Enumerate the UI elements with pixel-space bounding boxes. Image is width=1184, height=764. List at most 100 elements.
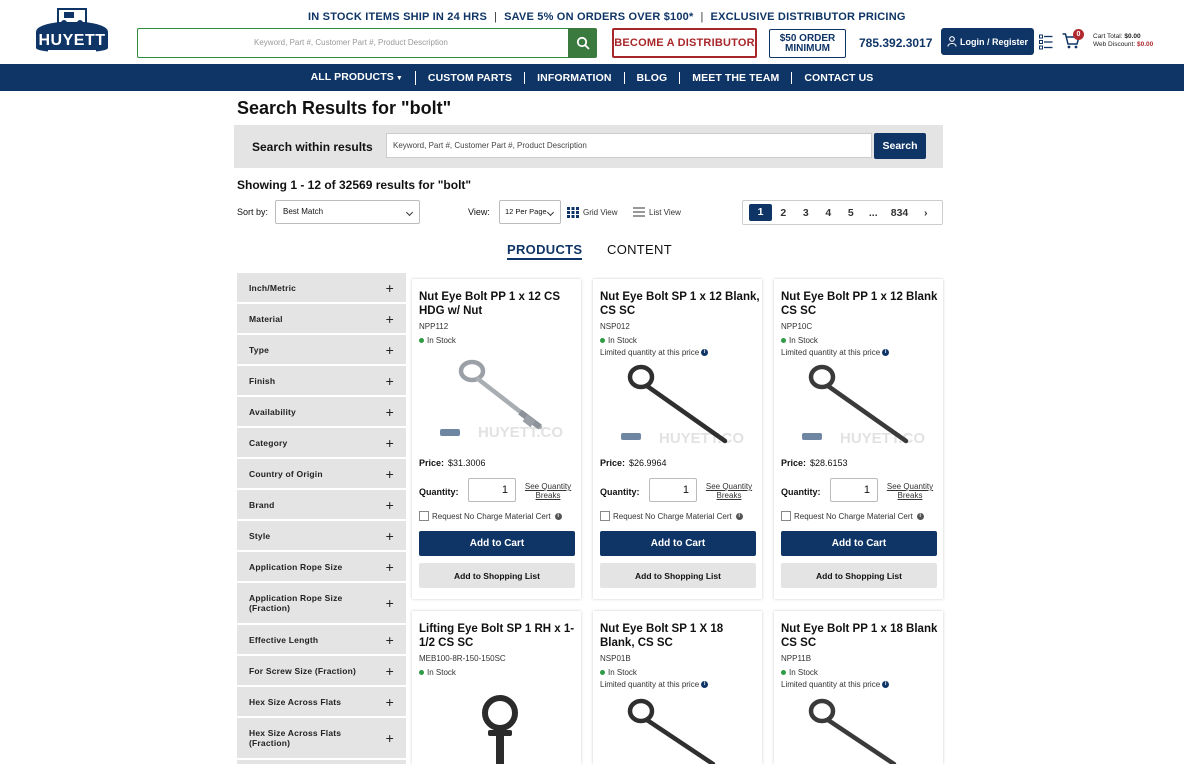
quantity-breaks-link[interactable]: See Quantity Breaks [884, 482, 936, 500]
nav-blog[interactable]: BLOG [625, 71, 681, 84]
next-page-icon[interactable]: › [915, 207, 938, 219]
filter-finish[interactable]: Finish + [237, 366, 406, 397]
header-search-button[interactable] [568, 28, 597, 58]
quantity-input[interactable]: 1 [830, 478, 878, 502]
grid-view-toggle[interactable]: Grid View [567, 207, 618, 218]
filter-effective-length[interactable]: Effective Length + [237, 625, 406, 656]
order-minimum-badge[interactable]: $50 ORDER MINIMUM [769, 29, 846, 58]
add-to-shopping-list-button[interactable]: Add to Shopping List [419, 563, 575, 588]
nav-meet-the-team[interactable]: MEET THE TEAM [680, 71, 793, 84]
login-button[interactable]: Login / Register [941, 28, 1034, 55]
product-title[interactable]: Nut Eye Bolt PP 1 x 12 Blank CS SC [781, 290, 941, 318]
results-count: Showing 1 - 12 of 32569 results for "bol… [237, 178, 472, 192]
product-price: Price: $28.6153 [781, 458, 848, 468]
filter-material[interactable]: Material + [237, 304, 406, 335]
quantity-breaks-link[interactable]: See Quantity Breaks [522, 482, 574, 500]
material-cert-option[interactable]: Request No Charge Material Cert i [419, 511, 562, 521]
info-icon[interactable]: i [916, 512, 924, 520]
info-icon[interactable]: i [701, 681, 709, 689]
page-4[interactable]: 4 [817, 207, 840, 219]
header-search-input[interactable]: Keyword, Part #, Customer Part #, Produc… [137, 28, 569, 58]
price-label: Price: [781, 458, 807, 468]
search-within-label: Search within results [252, 140, 373, 154]
quantity-input[interactable]: 1 [649, 478, 697, 502]
filter-label: Inch/Metric [249, 282, 297, 293]
page-5[interactable]: 5 [840, 207, 863, 219]
product-image[interactable]: HUYETT.COM [613, 359, 745, 449]
info-icon[interactable]: i [554, 512, 562, 520]
product-image[interactable] [613, 691, 745, 764]
nav-information[interactable]: INFORMATION [525, 71, 625, 84]
product-title[interactable]: Nut Eye Bolt SP 1 x 12 Blank, CS SC [600, 290, 760, 318]
filter-label: Hex Size Across Flats (Fraction) [249, 728, 342, 748]
web-discount-label: Web Discount: [1093, 41, 1136, 48]
phone-link[interactable]: 785.392.3017 [859, 36, 932, 50]
filter-label: Style [249, 530, 271, 541]
filter-application-rope-size-fraction[interactable]: Application Rope Size (Fraction) + [237, 583, 406, 625]
add-to-cart-button[interactable]: Add to Cart [781, 531, 937, 556]
filter-inch-metric[interactable]: Inch/Metric + [237, 273, 406, 304]
product-title[interactable]: Lifting Eye Bolt SP 1 RH x 1-1/2 CS SC [419, 622, 579, 650]
product-image[interactable] [794, 691, 926, 764]
search-within-button[interactable]: Search [874, 133, 926, 159]
product-title[interactable]: Nut Eye Bolt PP 1 x 12 CS HDG w/ Nut [419, 290, 579, 318]
filter-category[interactable]: Category + [237, 428, 406, 459]
order-minimum-line2: MINIMUM [785, 43, 830, 54]
search-within-input[interactable]: Keyword, Part #, Customer Part #, Produc… [386, 133, 872, 158]
plus-icon: + [385, 496, 394, 513]
product-image[interactable]: HUYETT.COM [432, 351, 564, 441]
product-image[interactable] [432, 686, 564, 764]
material-cert-checkbox[interactable] [600, 511, 610, 521]
promo-banner: IN STOCK ITEMS SHIP IN 24 HRS | SAVE 5% ON… [308, 11, 905, 23]
filter-style[interactable]: Style + [237, 521, 406, 552]
filter-label: Category [249, 437, 288, 448]
product-sku: NPP11B [781, 654, 812, 663]
material-cert-option[interactable]: Request No Charge Material Cert i [600, 511, 743, 521]
page-2[interactable]: 2 [772, 207, 795, 219]
filter-type[interactable]: Type + [237, 335, 406, 366]
tab-content[interactable]: CONTENT [607, 242, 672, 257]
page-834[interactable]: 834 [885, 207, 915, 219]
cart-totals: Cart Total: $0.00 Web Discount: $0.00 [1093, 33, 1153, 49]
page-1[interactable]: 1 [749, 204, 772, 221]
per-page-select[interactable]: 12 Per Page [499, 200, 561, 224]
tab-products[interactable]: PRODUCTS [507, 242, 583, 260]
price-value: $31.3006 [448, 458, 486, 468]
plus-icon: + [385, 662, 394, 679]
add-to-cart-button[interactable]: Add to Cart [419, 531, 575, 556]
become-distributor-button[interactable]: BECOME A DISTRIBUTOR [612, 28, 757, 58]
info-icon[interactable]: i [701, 349, 709, 357]
list-view-toggle[interactable]: List View [633, 207, 681, 217]
quantity-breaks-link[interactable]: See Quantity Breaks [703, 482, 755, 500]
filter-availability[interactable]: Availability + [237, 397, 406, 428]
info-icon[interactable]: i [735, 512, 743, 520]
filter-hex-size[interactable]: Hex Size Across Flats + [237, 687, 406, 718]
nav-custom-parts[interactable]: CUSTOM PARTS [416, 71, 526, 84]
sort-select[interactable]: Best Match [275, 200, 420, 224]
plus-icon: + [385, 465, 394, 482]
product-title[interactable]: Nut Eye Bolt SP 1 X 18 Blank, CS SC [600, 622, 760, 650]
filter-brand[interactable]: Brand + [237, 490, 406, 521]
nav-contact-us[interactable]: CONTACT US [792, 72, 885, 84]
page-3[interactable]: 3 [795, 207, 818, 219]
quantity-input[interactable]: 1 [468, 478, 516, 502]
material-cert-checkbox[interactable] [419, 511, 429, 521]
filter-application-rope-size[interactable]: Application Rope Size + [237, 552, 406, 583]
filter-hex-size-fraction[interactable]: Hex Size Across Flats (Fraction) + [237, 718, 406, 760]
add-to-cart-button[interactable]: Add to Cart [600, 531, 756, 556]
filter-for-screw-size[interactable]: For Screw Size (Fraction) + [237, 656, 406, 687]
add-to-shopping-list-button[interactable]: Add to Shopping List [781, 563, 937, 588]
material-cert-option[interactable]: Request No Charge Material Cert i [781, 511, 924, 521]
product-title[interactable]: Nut Eye Bolt PP 1 x 18 Blank CS SC [781, 622, 941, 650]
product-image[interactable]: HUYETT.COM [794, 359, 926, 449]
add-to-shopping-list-button[interactable]: Add to Shopping List [600, 563, 756, 588]
header: HUYETT IN STOCK ITEMS SHIP IN 24 HRS | SAV… [0, 0, 1184, 64]
filter-country-of-origin[interactable]: Country of Origin + [237, 459, 406, 490]
shopping-list-icon[interactable] [1039, 34, 1053, 50]
filter-label: Availability [249, 406, 296, 417]
info-icon[interactable]: i [882, 349, 890, 357]
material-cert-checkbox[interactable] [781, 511, 791, 521]
info-icon[interactable]: i [882, 681, 890, 689]
huyett-logo[interactable]: HUYETT [28, 8, 116, 58]
nav-all-products[interactable]: ALL PRODUCTS ▼ [299, 70, 416, 85]
